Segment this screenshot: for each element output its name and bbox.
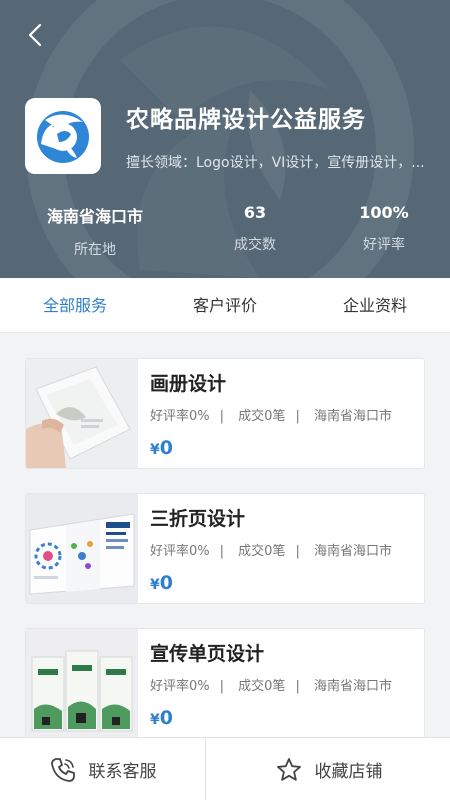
bottom-action-bar: 联系客服 收藏店铺 (0, 737, 450, 800)
service-meta: 好评率0% | 成交0笔 | 海南省海口市 (150, 405, 402, 424)
stat-deals: 63 成交数 (205, 203, 305, 254)
service-location: 海南省海口市 (313, 409, 392, 424)
favorite-shop-label: 收藏店铺 (314, 762, 383, 782)
meta-separator: | (219, 409, 225, 424)
trifold-thumbnail (26, 494, 138, 603)
price-value: 0 (159, 437, 173, 459)
chevron-left-icon (28, 23, 42, 47)
service-meta: 好评率0% | 成交0笔 | 海南省海口市 (150, 675, 402, 694)
shop-logo-mark (37, 111, 89, 163)
service-meta: 好评率0% | 成交0笔 | 海南省海口市 (150, 540, 402, 559)
stat-deals-value: 63 (243, 203, 267, 222)
price-value: 0 (159, 707, 173, 729)
brochure-thumbnail (26, 359, 138, 468)
service-title: 画册设计 (150, 373, 227, 395)
shop-logo (25, 98, 101, 174)
service-deals: 成交0笔 (238, 544, 286, 559)
service-price: ¥0 (150, 437, 173, 459)
price-value: 0 (159, 572, 173, 594)
meta-separator: | (219, 679, 225, 694)
stat-location-label: 所在地 (74, 242, 116, 258)
favorite-shop-button[interactable]: 收藏店铺 (207, 738, 450, 800)
currency-symbol: ¥ (150, 712, 160, 728)
service-location: 海南省海口市 (313, 679, 392, 694)
service-card[interactable]: 宣传单页设计 好评率0% | 成交0笔 | 海南省海口市 ¥0 (25, 628, 425, 739)
shop-header: 农略品牌设计公益服务 擅长领域：Logo设计，VI设计，宣传册设计，... 海南… (0, 0, 450, 278)
stat-deals-label: 成交数 (234, 237, 276, 253)
flyer-thumbnail (26, 629, 138, 738)
tab-all-services[interactable]: 全部服务 (20, 278, 130, 333)
service-price: ¥0 (150, 707, 173, 729)
service-deals: 成交0笔 (238, 679, 286, 694)
stat-location-value: 海南省海口市 (46, 207, 143, 226)
service-rating: 好评率0% (150, 679, 210, 694)
contact-service-button[interactable]: 联系客服 (0, 738, 206, 800)
star-outline-icon (276, 757, 301, 781)
meta-separator: | (295, 679, 300, 694)
tab-bar: 全部服务 客户评价 企业资料 (0, 278, 450, 333)
currency-symbol: ¥ (150, 577, 160, 593)
meta-separator: | (219, 544, 225, 559)
service-rating: 好评率0% (150, 544, 210, 559)
meta-separator: | (295, 409, 300, 424)
stat-rating-value: 100% (359, 203, 409, 222)
meta-separator: | (295, 544, 300, 559)
shop-specialty: 擅长领域：Logo设计，VI设计，宣传册设计，... (126, 155, 425, 171)
shop-name: 农略品牌设计公益服务 (126, 107, 366, 133)
service-deals: 成交0笔 (238, 409, 286, 424)
service-card[interactable]: 画册设计 好评率0% | 成交0笔 | 海南省海口市 ¥0 (25, 358, 425, 469)
back-button[interactable] (22, 20, 52, 50)
stat-rating: 100% 好评率 (344, 203, 424, 254)
stat-location: 海南省海口市 所在地 (30, 203, 160, 259)
service-title: 三折页设计 (150, 508, 246, 530)
service-card[interactable]: 三折页设计 好评率0% | 成交0笔 | 海南省海口市 ¥0 (25, 493, 425, 604)
currency-symbol: ¥ (150, 442, 160, 458)
tab-reviews[interactable]: 客户评价 (170, 278, 280, 333)
contact-service-label: 联系客服 (88, 762, 157, 782)
service-price: ¥0 (150, 572, 173, 594)
tab-company-info[interactable]: 企业资料 (320, 278, 430, 333)
service-title: 宣传单页设计 (150, 643, 265, 665)
service-location: 海南省海口市 (313, 544, 392, 559)
phone-icon (50, 757, 75, 782)
stat-rating-label: 好评率 (363, 237, 405, 253)
service-rating: 好评率0% (150, 409, 210, 424)
